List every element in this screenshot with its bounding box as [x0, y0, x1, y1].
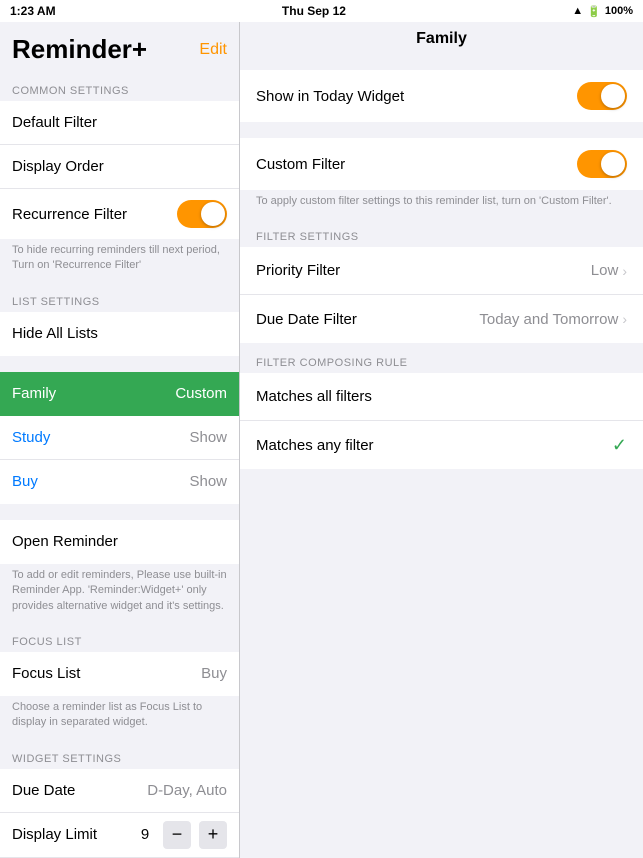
open-reminder-group: Open Reminder: [0, 520, 239, 564]
display-limit-row: Display Limit 9 − +: [0, 813, 239, 858]
hide-all-lists-row[interactable]: Hide All Lists: [0, 312, 239, 356]
main-layout: Reminder+ Edit Common Settings Default F…: [0, 22, 643, 858]
open-reminder-row[interactable]: Open Reminder: [0, 520, 239, 564]
edit-button[interactable]: Edit: [199, 41, 227, 59]
recurrence-filter-toggle[interactable]: [177, 200, 227, 228]
custom-filter-label: Custom Filter: [256, 156, 345, 173]
recurrence-filter-row[interactable]: Recurrence Filter: [0, 189, 239, 239]
buy-value: Show: [189, 473, 227, 490]
open-reminder-label: Open Reminder: [12, 533, 118, 550]
matches-any-row[interactable]: Matches any filter ✓: [240, 421, 643, 469]
recurrence-hint: To hide recurring reminders till next pe…: [0, 239, 239, 282]
study-value: Show: [189, 429, 227, 446]
family-label: Family: [12, 385, 56, 402]
study-label: Study: [12, 429, 50, 446]
app-title: Reminder+: [12, 34, 147, 65]
focus-list-row[interactable]: Focus List Buy: [0, 652, 239, 696]
open-reminder-hint: To add or edit reminders, Please use bui…: [0, 564, 239, 622]
status-time: 1:23 AM: [10, 4, 56, 18]
list-settings-header: List Settings: [0, 282, 239, 312]
buy-label: Buy: [12, 473, 38, 490]
status-bar: 1:23 AM Thu Sep 12 ▲ 🔋 100%: [0, 0, 643, 22]
due-date-filter-row[interactable]: Due Date Filter Today and Tomorrow ›: [240, 295, 643, 343]
filter-composing-header: Filter Composing Rule: [240, 343, 643, 373]
matches-all-label: Matches all filters: [256, 388, 372, 405]
checkmark-icon: ✓: [612, 435, 627, 456]
hide-all-lists-label: Hide All Lists: [12, 325, 98, 342]
display-limit-label: Display Limit: [12, 826, 97, 843]
filter-settings-header: Filter Settings: [240, 217, 643, 247]
hide-all-lists-group: Hide All Lists: [0, 312, 239, 356]
today-widget-group: Show in Today Widget: [240, 70, 643, 122]
filter-settings-group: Priority Filter Low › Due Date Filter To…: [240, 247, 643, 343]
wifi-icon: ▲: [572, 5, 583, 17]
stepper-minus-button[interactable]: −: [163, 821, 191, 849]
study-list-item[interactable]: Study Show: [0, 416, 239, 460]
default-filter-label: Default Filter: [12, 114, 97, 131]
matches-all-row[interactable]: Matches all filters: [240, 373, 643, 421]
priority-filter-value: Low ›: [591, 262, 627, 279]
family-list-item[interactable]: Family Custom: [0, 372, 239, 416]
due-date-value: D-Day, Auto: [147, 782, 227, 799]
custom-filter-row[interactable]: Custom Filter: [240, 138, 643, 190]
lists-group: Family Custom Study Show Buy Show: [0, 372, 239, 504]
left-pane: Reminder+ Edit Common Settings Default F…: [0, 22, 240, 858]
focus-list-label: Focus List: [12, 665, 80, 682]
focus-list-header: Focus List: [0, 622, 239, 652]
widget-settings-header: Widget Settings: [0, 739, 239, 769]
battery-icon: 🔋: [587, 5, 601, 18]
custom-filter-group: Custom Filter: [240, 138, 643, 190]
filter-composing-group: Matches all filters Matches any filter ✓: [240, 373, 643, 469]
due-date-chevron-icon: ›: [622, 311, 627, 327]
battery-percent: 100%: [605, 5, 633, 17]
focus-list-group: Focus List Buy: [0, 652, 239, 696]
due-date-label: Due Date: [12, 782, 75, 799]
right-title: Family: [416, 30, 467, 47]
default-filter-row[interactable]: Default Filter: [0, 101, 239, 145]
stepper-controls: 9 − +: [135, 821, 227, 849]
focus-list-value: Buy: [201, 665, 227, 682]
priority-filter-label: Priority Filter: [256, 262, 340, 279]
custom-filter-toggle[interactable]: [577, 150, 627, 178]
display-limit-value: 9: [135, 826, 155, 843]
show-today-widget-row[interactable]: Show in Today Widget: [240, 70, 643, 122]
common-settings-header: Common Settings: [0, 71, 239, 101]
common-settings-group: Default Filter Display Order Recurrence …: [0, 101, 239, 239]
right-header: Family: [240, 22, 643, 54]
display-order-row[interactable]: Display Order: [0, 145, 239, 189]
matches-any-label: Matches any filter: [256, 437, 374, 454]
right-pane: Family Show in Today Widget Custom Filte…: [240, 22, 643, 858]
due-date-filter-label: Due Date Filter: [256, 311, 357, 328]
due-date-filter-value: Today and Tomorrow ›: [479, 311, 627, 328]
priority-chevron-icon: ›: [622, 263, 627, 279]
widget-settings-group: Due Date D-Day, Auto Display Limit 9 − +: [0, 769, 239, 858]
family-value: Custom: [175, 385, 227, 402]
due-date-row[interactable]: Due Date D-Day, Auto: [0, 769, 239, 813]
status-date: Thu Sep 12: [282, 4, 346, 18]
recurrence-filter-label: Recurrence Filter: [12, 206, 127, 223]
focus-list-hint: Choose a reminder list as Focus List to …: [0, 696, 239, 739]
priority-filter-row[interactable]: Priority Filter Low ›: [240, 247, 643, 295]
show-today-widget-toggle[interactable]: [577, 82, 627, 110]
buy-list-item[interactable]: Buy Show: [0, 460, 239, 504]
stepper-plus-button[interactable]: +: [199, 821, 227, 849]
show-today-widget-label: Show in Today Widget: [256, 88, 404, 105]
custom-filter-hint: To apply custom filter settings to this …: [240, 190, 643, 217]
left-header: Reminder+ Edit: [0, 22, 239, 71]
display-order-label: Display Order: [12, 158, 104, 175]
